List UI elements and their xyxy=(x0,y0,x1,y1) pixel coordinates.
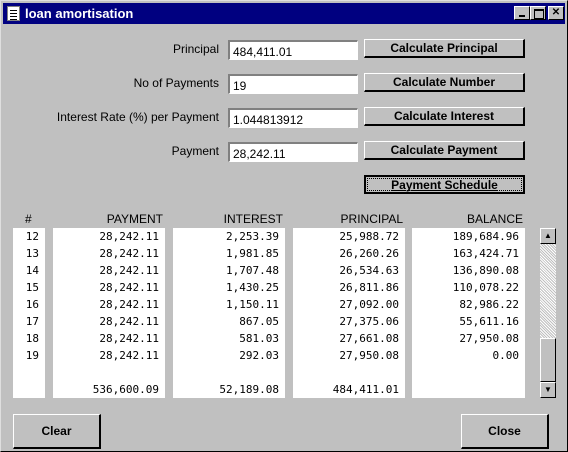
total-principal-cell: 484,411.01 xyxy=(332,383,399,396)
interest-rate-input[interactable]: 1.044813912 xyxy=(228,108,358,128)
row-number-cell: 19 xyxy=(25,349,39,362)
row-payment-cell: 28,242.11 xyxy=(99,315,159,328)
payments-input[interactable]: 19 xyxy=(228,74,358,94)
row-interest-cell: 1,430.25 xyxy=(226,281,279,294)
row-number-cell: 15 xyxy=(25,281,39,294)
calculate-payment-button[interactable]: Calculate Payment xyxy=(364,141,525,160)
row-number-cell: 12 xyxy=(25,230,39,243)
header-interest: INTEREST xyxy=(223,212,283,226)
row-balance-cell: 189,684.96 xyxy=(452,230,519,243)
row-principal-cell: 27,950.08 xyxy=(339,349,399,362)
calculate-interest-button[interactable]: Calculate Interest xyxy=(364,107,525,126)
calculate-number-button[interactable]: Calculate Number xyxy=(364,73,525,92)
clear-button[interactable]: Clear xyxy=(13,414,101,449)
row-interest-cell: 1,981.85 xyxy=(226,247,279,260)
payment-schedule-button[interactable]: Payment Schedule xyxy=(364,175,525,194)
loan-amortisation-window: loan amortisation ✕ Principal 484,411.01… xyxy=(0,0,568,452)
row-balance-cell: 82,986.22 xyxy=(459,298,519,311)
row-principal-cell: 27,092.00 xyxy=(339,298,399,311)
principal-input[interactable]: 484,411.01 xyxy=(228,40,358,60)
row-principal-cell: 27,375.06 xyxy=(339,315,399,328)
payment-schedule-label: Payment Schedule xyxy=(391,178,498,192)
total-interest-cell: 52,189.08 xyxy=(219,383,279,396)
row-balance-cell: 0.00 xyxy=(492,349,520,362)
title-bar[interactable]: loan amortisation ✕ xyxy=(3,3,565,24)
row-balance-cell: 27,950.08 xyxy=(459,332,519,345)
header-principal: PRINCIPAL xyxy=(340,212,403,226)
header-payment: PAYMENT xyxy=(106,212,163,226)
row-payment-cell: 28,242.11 xyxy=(99,332,159,345)
row-payment-cell: 28,242.11 xyxy=(99,230,159,243)
row-interest-cell: 2,253.39 xyxy=(226,230,279,243)
close-window-button[interactable]: ✕ xyxy=(548,6,564,20)
row-interest-cell: 581.03 xyxy=(239,332,279,345)
window-title: loan amortisation xyxy=(25,6,134,21)
row-number-cell: 14 xyxy=(25,264,39,277)
principal-label: Principal xyxy=(172,42,219,56)
row-payment-cell: 28,242.11 xyxy=(99,349,159,362)
payment-input[interactable]: 28,242.11 xyxy=(228,142,358,162)
calculate-principal-button[interactable]: Calculate Principal xyxy=(364,39,525,58)
scroll-up-arrow-icon[interactable]: ▲ xyxy=(540,228,556,244)
close-button[interactable]: Close xyxy=(461,414,549,449)
interest-rate-label: Interest Rate (%) per Payment xyxy=(56,110,219,124)
row-payment-cell: 28,242.11 xyxy=(99,298,159,311)
scroll-thumb[interactable] xyxy=(540,338,556,382)
row-interest-cell: 1,150.11 xyxy=(226,298,279,311)
row-number-cell: 13 xyxy=(25,247,39,260)
header-balance: BALANCE xyxy=(466,212,523,226)
row-principal-cell: 27,661.08 xyxy=(339,332,399,345)
document-icon xyxy=(7,6,20,21)
payment-label: Payment xyxy=(171,144,219,158)
payment-column: 28,242.11 28,242.11 28,242.11 28,242.11 28,2… xyxy=(53,228,165,398)
balance-column: 189,684.96 163,424.71 136,890.08 110,078.22… xyxy=(412,228,525,398)
row-number-cell: 16 xyxy=(25,298,39,311)
row-balance-cell: 55,611.16 xyxy=(459,315,519,328)
header-number: # xyxy=(25,212,32,226)
row-principal-cell: 25,988.72 xyxy=(339,230,399,243)
row-balance-cell: 163,424.71 xyxy=(452,247,519,260)
row-payment-cell: 28,242.11 xyxy=(99,281,159,294)
row-interest-cell: 292.03 xyxy=(239,349,279,362)
row-payment-cell: 28,242.11 xyxy=(99,264,159,277)
principal-column: 25,988.72 26,260.26 26,534.63 26,811.86 27,0… xyxy=(293,228,405,398)
vertical-scrollbar[interactable]: ▲ ▼ xyxy=(540,228,556,398)
row-number-cell: 17 xyxy=(25,315,39,328)
row-balance-cell: 110,078.22 xyxy=(452,281,519,294)
total-payment-cell: 536,600.09 xyxy=(92,383,159,396)
row-interest-cell: 867.05 xyxy=(239,315,279,328)
minimize-button[interactable] xyxy=(514,6,530,20)
row-balance-cell: 136,890.08 xyxy=(452,264,519,277)
row-interest-cell: 1,707.48 xyxy=(226,264,279,277)
row-principal-cell: 26,534.63 xyxy=(339,264,399,277)
maximize-button[interactable] xyxy=(530,6,546,20)
payments-label: No of Payments xyxy=(133,76,219,90)
number-column: 12 13 14 15 16 17 18 19 xyxy=(13,228,45,398)
scroll-down-arrow-icon[interactable]: ▼ xyxy=(540,382,556,398)
row-principal-cell: 26,260.26 xyxy=(339,247,399,260)
row-number-cell: 18 xyxy=(25,332,39,345)
interest-column: 2,253.39 1,981.85 1,707.48 1,430.25 1,150.11… xyxy=(173,228,285,398)
row-payment-cell: 28,242.11 xyxy=(99,247,159,260)
row-principal-cell: 26,811.86 xyxy=(339,281,399,294)
